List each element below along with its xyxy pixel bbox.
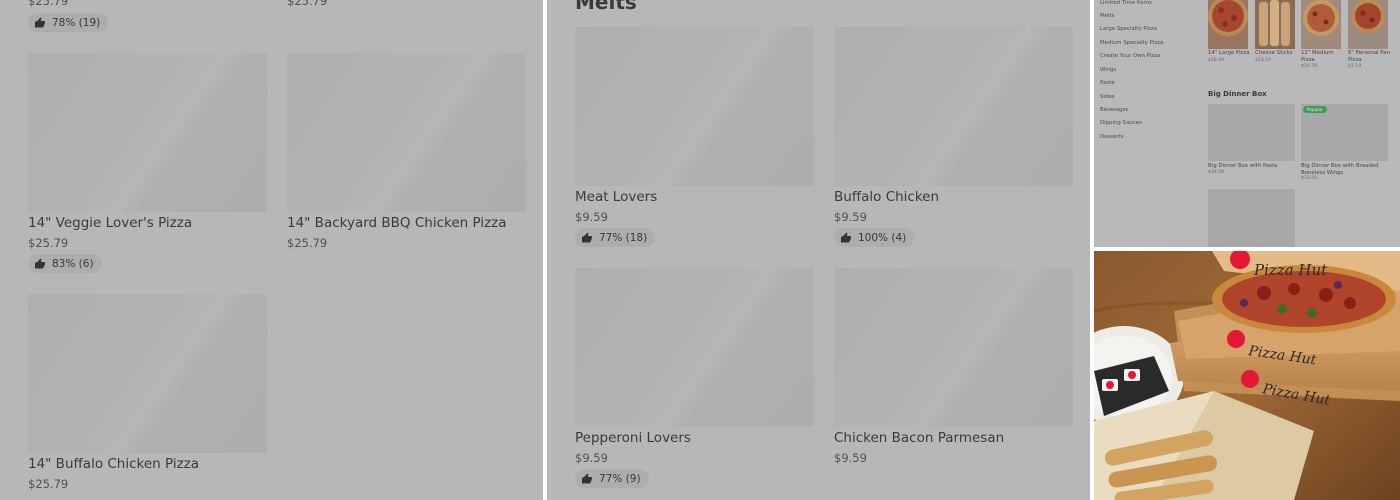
- pizza-image: [1301, 0, 1341, 49]
- item-image[interactable]: [834, 268, 1073, 427]
- item-image[interactable]: [28, 294, 267, 453]
- item-image[interactable]: [1208, 189, 1295, 247]
- item-price: $9.59: [575, 210, 608, 224]
- item-name[interactable]: Chicken Bacon Parmesan: [834, 430, 1004, 446]
- item-image[interactable]: [28, 53, 267, 212]
- sidebar-item-sides[interactable]: Sides: [1100, 94, 1114, 100]
- rating-text: 83% (6): [52, 257, 94, 270]
- brand-logo-text: Pizza Hut: [1253, 261, 1328, 279]
- item-name[interactable]: Pepperoni Lovers: [575, 430, 691, 446]
- pizza-box-photo: Pizza Hut Pizza Hut Pizza Hut: [1094, 251, 1400, 500]
- pizza-image: [1348, 0, 1388, 49]
- item-price: $25.79: [28, 0, 69, 8]
- thumbs-up-icon: [35, 258, 45, 268]
- rating-badge: 83% (6): [28, 254, 102, 273]
- item-price: $25.79: [287, 0, 328, 8]
- item-price: $25.79: [28, 477, 69, 491]
- sidebar-item-dipping-sauces[interactable]: Dipping Sauces: [1100, 120, 1142, 126]
- rating-text: 100% (4): [858, 231, 907, 244]
- sidebar-item-medium-specialty[interactable]: Medium Specialty Pizza: [1100, 40, 1163, 46]
- item-price: $7.19: [1348, 64, 1362, 69]
- item-image[interactable]: [1208, 104, 1295, 161]
- sidebar-item-large-specialty[interactable]: Large Specialty Pizza: [1100, 26, 1157, 32]
- menu-overview-panel: Limited Time Items Melts Large Specialty…: [1094, 0, 1400, 247]
- item-image[interactable]: [834, 27, 1073, 186]
- thumbs-up-icon: [841, 232, 851, 242]
- item-name[interactable]: Meat Lovers: [575, 189, 657, 205]
- sidebar-item-wings[interactable]: Wings: [1100, 67, 1116, 73]
- sidebar-item-desserts[interactable]: Desserts: [1100, 134, 1124, 140]
- item-image[interactable]: [1348, 0, 1388, 49]
- section-title: Big Dinner Box: [1208, 90, 1267, 98]
- section-title: Melts: [575, 0, 637, 14]
- pizza-image: [1208, 0, 1248, 49]
- popular-badge: Popular: [1303, 106, 1327, 113]
- item-price: $16.79: [1301, 64, 1318, 69]
- rating-badge: 77% (18): [575, 228, 656, 247]
- rating-text: 78% (19): [52, 16, 101, 29]
- item-name[interactable]: 14" Large Pizza: [1208, 50, 1250, 57]
- item-name[interactable]: Buffalo Chicken: [834, 189, 939, 205]
- thumbs-up-icon: [582, 232, 592, 242]
- item-price: $9.59: [834, 451, 867, 465]
- thumbs-up-icon: [582, 473, 592, 483]
- item-name[interactable]: 6" Personal Pan Pizza: [1348, 50, 1392, 65]
- sidebar-item-create-your-own[interactable]: Create Your Own Pizza: [1100, 53, 1160, 59]
- item-image[interactable]: [575, 268, 814, 427]
- item-price: $25.79: [28, 236, 69, 250]
- pizza-hut-photo: Pizza Hut Pizza Hut Pizza Hut: [1094, 251, 1400, 500]
- sidebar-item-melts[interactable]: Melts: [1100, 13, 1114, 19]
- menu-panel-middle: Melts Meat Lovers $9.59 77% (18) Buffalo…: [547, 0, 1090, 500]
- item-name[interactable]: Cheese Sticks: [1255, 50, 1297, 57]
- item-price: $18.99: [1208, 58, 1225, 63]
- item-price: $34.59: [1208, 170, 1225, 175]
- rating-text: 77% (18): [599, 231, 648, 244]
- item-name[interactable]: 12" Medium Pizza: [1301, 50, 1341, 65]
- item-name[interactable]: 14" Buffalo Chicken Pizza: [28, 456, 199, 472]
- item-image[interactable]: [287, 53, 526, 212]
- thumbs-up-icon: [35, 17, 45, 27]
- rating-badge: 77% (9): [575, 469, 649, 488]
- item-name[interactable]: 14" Backyard BBQ Chicken Pizza: [287, 215, 507, 231]
- item-name[interactable]: 14" Veggie Lover's Pizza: [28, 215, 192, 231]
- menu-panel-left: $25.79 $25.79 78% (19) 14" Veggie Lover'…: [0, 0, 543, 500]
- item-price: $9.59: [575, 451, 608, 465]
- sidebar-item-pasta[interactable]: Pasta: [1100, 80, 1115, 86]
- item-price: $25.79: [287, 236, 328, 250]
- item-image[interactable]: [1208, 0, 1248, 49]
- cheese-sticks-image: [1255, 0, 1295, 49]
- item-price: $33.59: [1301, 176, 1318, 181]
- item-image[interactable]: [1301, 0, 1341, 49]
- item-image[interactable]: [1255, 0, 1295, 49]
- rating-text: 77% (9): [599, 472, 641, 485]
- rating-badge: 78% (19): [28, 13, 109, 32]
- sidebar-item-limited-time[interactable]: Limited Time Items: [1100, 0, 1152, 6]
- item-image[interactable]: [575, 27, 814, 186]
- rating-badge: 100% (4): [834, 228, 915, 247]
- item-price: $10.19: [1255, 58, 1272, 63]
- sidebar-item-beverages[interactable]: Beverages: [1100, 107, 1129, 113]
- item-price: $9.59: [834, 210, 867, 224]
